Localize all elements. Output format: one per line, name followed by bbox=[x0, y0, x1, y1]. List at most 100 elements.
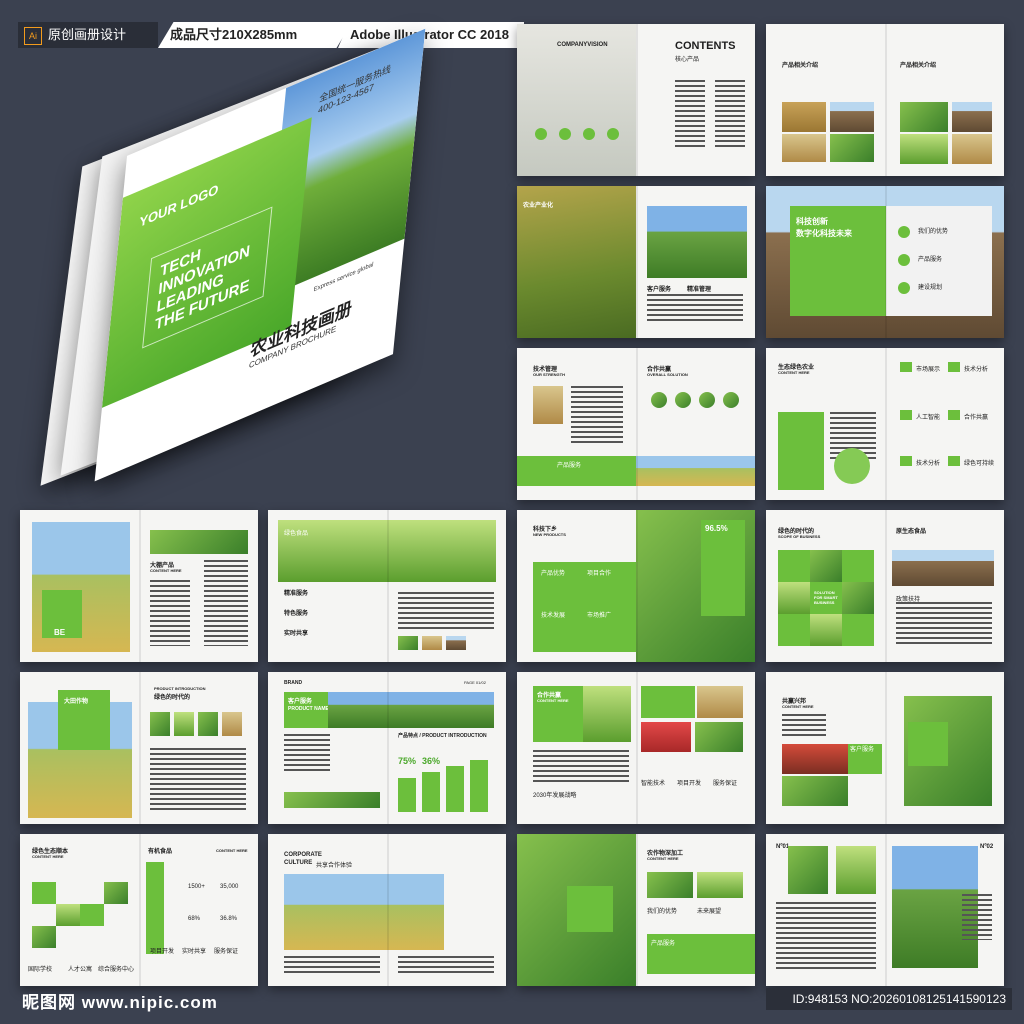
stat-2: 36% bbox=[422, 756, 441, 766]
photo bbox=[900, 102, 948, 132]
icon-circle bbox=[898, 226, 910, 238]
tile bbox=[32, 882, 56, 904]
bar-block bbox=[398, 778, 416, 812]
band-label: 产品服务 bbox=[557, 463, 582, 469]
spread-sub: OVERALL SOLUTION bbox=[647, 372, 688, 377]
spread-sub: OUR STRENGTH bbox=[533, 372, 565, 377]
spread-new-products: 科技下乡 NEW PRODUCTS 产品优势 项目合作 技术发展 市场推广 96… bbox=[517, 510, 755, 662]
grid-photo bbox=[778, 582, 810, 614]
spread-sub: NEW PRODUCTS bbox=[533, 532, 566, 537]
item: 项目开发 bbox=[150, 949, 175, 955]
text-lines bbox=[204, 560, 248, 646]
item: 智能技术 bbox=[641, 781, 666, 787]
contents-lines bbox=[675, 80, 705, 150]
stat: 68% bbox=[188, 916, 201, 922]
stat-1: 75% bbox=[398, 756, 417, 766]
ring-chart bbox=[834, 448, 870, 484]
text-lines bbox=[150, 580, 190, 646]
grid-photo bbox=[810, 614, 842, 646]
spread-green-food: 绿色食品 精准服务 特色服务 实时共享 bbox=[268, 510, 506, 662]
tile bbox=[948, 456, 960, 466]
right-sub: CONTENT HERE bbox=[216, 848, 248, 853]
wheat-photo bbox=[533, 386, 563, 424]
tractor-photo bbox=[647, 206, 747, 278]
item: 服务保证 bbox=[713, 781, 738, 787]
bar-block bbox=[446, 766, 464, 812]
spread-eco: 生态绿色农业 CONTENT HERE 市场展示 技术分析 人工智能 合作共赢 … bbox=[766, 348, 1004, 500]
item: 我们的优势 bbox=[647, 909, 678, 915]
illustrator-icon: Ai bbox=[24, 26, 42, 45]
tile-label: 技术分析 bbox=[916, 461, 941, 467]
tile bbox=[948, 410, 960, 420]
photo bbox=[697, 872, 743, 898]
size-tag: 成品尺寸210X285mm bbox=[158, 22, 352, 48]
heading: 客户服务 bbox=[288, 699, 313, 705]
footer-item: 人才公寓 bbox=[68, 967, 93, 973]
tile bbox=[900, 362, 912, 372]
tile-photo bbox=[56, 904, 80, 926]
item: 技术发展 bbox=[541, 613, 566, 619]
stat-block bbox=[701, 520, 745, 616]
green-strip bbox=[146, 862, 164, 954]
tile-label: 合作共赢 bbox=[964, 415, 989, 421]
grain-photo bbox=[697, 686, 743, 718]
tile-label: 技术分析 bbox=[964, 367, 989, 373]
tile bbox=[80, 904, 104, 926]
circle-icon bbox=[559, 128, 571, 140]
spread-contents: COMPANYVISION CONTENTS 核心产品 bbox=[517, 24, 755, 176]
circle-photo bbox=[699, 392, 715, 408]
text-lines bbox=[398, 592, 494, 632]
block-label: 客户服务 bbox=[850, 747, 875, 753]
icon-circle bbox=[898, 282, 910, 294]
green-block bbox=[908, 722, 948, 766]
spread-title: 农业产业化 bbox=[523, 203, 554, 209]
photo bbox=[782, 102, 826, 132]
spread-sub: SCOPE OF BUSINESS bbox=[778, 534, 821, 539]
field-photo bbox=[150, 530, 248, 554]
spread-eco-origin: 绿色生态顺本 CONTENT HERE 国际学校 人才公寓 综合服务中心 有机食… bbox=[20, 834, 258, 986]
icon-circle bbox=[898, 254, 910, 266]
mountain-photo bbox=[328, 692, 494, 728]
spread-sub: CONTENT HERE bbox=[778, 370, 810, 375]
spread-industry: 农业产业化 客户服务 精准管理 bbox=[517, 186, 755, 338]
green-block bbox=[778, 412, 824, 490]
text-lines bbox=[782, 714, 826, 738]
item: 建设规划 bbox=[918, 285, 943, 291]
watermark: 昵图网 www.nipic.com bbox=[22, 993, 218, 1012]
caption: 客户服务 bbox=[647, 287, 672, 293]
spread-field-crops: 大田作物 绿色的时代的 PRODUCT INTRODUCTION bbox=[20, 672, 258, 824]
text-lines bbox=[571, 386, 623, 446]
tile bbox=[900, 410, 912, 420]
item: 服务保证 bbox=[214, 949, 239, 955]
item: 产品服务 bbox=[918, 257, 943, 263]
spread-culture: CORPORATE CULTURE 共享合作体验 bbox=[268, 834, 506, 986]
circle-photo bbox=[675, 392, 691, 408]
page-number: PAGE 01/02 bbox=[464, 680, 486, 685]
spread-scope: 绿色的时代的 SCOPE OF BUSINESS SOLUTION FOR SM… bbox=[766, 510, 1004, 662]
spread-sub: CONTENT HERE bbox=[782, 704, 814, 709]
spread-title: 产品相关介绍 bbox=[900, 63, 937, 69]
heading: 实时共享 bbox=[284, 631, 309, 637]
vegetable-photo bbox=[782, 744, 848, 774]
stat: 36.8% bbox=[220, 916, 238, 922]
spread-title: 产品相关介绍 bbox=[782, 63, 819, 69]
contents-sub: 核心产品 bbox=[675, 57, 700, 63]
photo bbox=[836, 846, 876, 894]
text-lines bbox=[284, 734, 330, 774]
text-lines bbox=[776, 902, 876, 972]
intro-title: 产品特点 / PRODUCT INTRODUCTION bbox=[398, 733, 487, 739]
item: 项目开发 bbox=[677, 781, 702, 787]
grid-photo bbox=[810, 550, 842, 582]
sub-heading: PRODUCT NAME bbox=[288, 706, 329, 712]
circle-photo bbox=[723, 392, 739, 408]
spread-title-cn: 共享合作体验 bbox=[316, 863, 353, 869]
bar-block bbox=[422, 772, 440, 812]
software-tag: Adobe Illustrator CC 2018 bbox=[338, 22, 524, 48]
item: 我们的优势 bbox=[918, 229, 949, 235]
spread-innovation: 科技创新 数字化科技未来 我们的优势 产品服务 建设规划 bbox=[766, 186, 1004, 338]
caption: 精准管理 bbox=[687, 287, 712, 293]
right-sub: PRODUCT INTRODUCTION bbox=[154, 686, 206, 691]
spread-sub: CONTENT HERE bbox=[647, 856, 679, 861]
spread-sub: CONTENT HERE bbox=[32, 854, 64, 859]
stat: 1500+ bbox=[188, 884, 205, 890]
